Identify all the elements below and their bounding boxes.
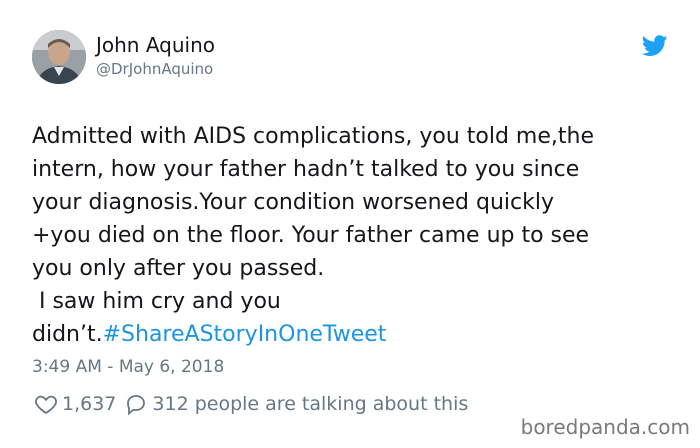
tweet-line: Admitted with AIDS complications, you to…: [32, 124, 594, 149]
tweet-text: Admitted with AIDS complications, you to…: [32, 120, 682, 351]
speech-bubble-icon[interactable]: [124, 392, 148, 416]
watermark: boredpanda.com: [520, 415, 690, 439]
tweet-last-line: didn’t.#ShareAStoryInOneTweet: [32, 318, 682, 351]
tweet-line: your diagnosis.Your condition worsened q…: [32, 190, 555, 215]
twitter-bird-icon[interactable]: [642, 35, 668, 57]
heart-icon[interactable]: [34, 392, 58, 416]
tweet-line: I saw him cry and you: [32, 289, 281, 314]
tweet-line: intern, how your father hadn’t talked to…: [32, 157, 580, 182]
timestamp[interactable]: 3:49 AM - May 6, 2018: [32, 357, 224, 377]
author-handle[interactable]: @DrJohnAquino: [96, 60, 213, 78]
like-count: 1,637: [62, 393, 117, 415]
hashtag-link[interactable]: #ShareAStoryInOneTweet: [103, 322, 387, 347]
avatar[interactable]: [32, 30, 86, 84]
tweet-line: +you died on the floor. Your father came…: [32, 223, 590, 248]
conversation-count[interactable]: 312 people are talking about this: [152, 393, 468, 415]
author-name[interactable]: John Aquino: [96, 33, 215, 57]
tweet-last-line-text: didn’t.: [32, 322, 103, 347]
tweet-line: you only after you passed.: [32, 256, 325, 281]
tweet-actions: 1,637 312 people are talking about this: [34, 392, 468, 416]
tweet-card: John Aquino @DrJohnAquino Admitted with …: [0, 0, 700, 448]
